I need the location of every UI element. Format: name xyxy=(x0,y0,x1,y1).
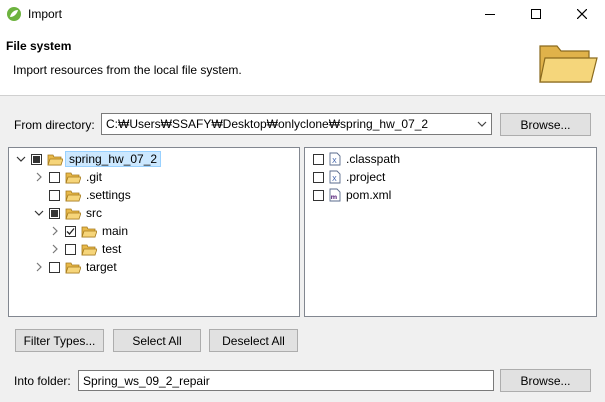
tree-checkbox[interactable] xyxy=(49,171,60,183)
maximize-icon xyxy=(531,9,541,19)
tree-item-label: .git xyxy=(86,170,103,184)
tree-item-label: target xyxy=(86,260,117,274)
tree-checkbox[interactable] xyxy=(49,261,60,273)
folder-icon xyxy=(65,172,81,183)
svg-text:X: X xyxy=(332,175,337,183)
tree-item-target[interactable]: target xyxy=(33,258,117,276)
folder-icon xyxy=(65,190,81,201)
spring-app-icon xyxy=(7,7,21,21)
xml-file-icon: X xyxy=(329,170,341,184)
tree-checkbox[interactable] xyxy=(49,207,60,219)
tree-checkbox[interactable] xyxy=(65,243,76,255)
wizard-header: File system Import resources from the lo… xyxy=(0,28,605,96)
tree-checkbox[interactable] xyxy=(49,189,60,201)
folder-icon xyxy=(81,244,97,255)
chevron-right-icon[interactable] xyxy=(33,171,45,183)
maximize-button[interactable] xyxy=(513,0,559,28)
minimize-icon xyxy=(485,14,495,15)
from-directory-combo[interactable]: C:₩Users₩SSAFY₩Desktop₩onlyclone₩spring_… xyxy=(101,113,492,135)
xml-file-icon: X xyxy=(329,152,341,166)
maven-pom-icon: m xyxy=(329,188,341,202)
svg-text:m: m xyxy=(331,193,338,201)
into-folder-input[interactable]: Spring_ws_09_2_repair xyxy=(78,370,494,391)
browse-folder-button[interactable]: Browse... xyxy=(500,369,591,392)
tree-item-label: spring_hw_07_2 xyxy=(65,151,162,167)
minimize-button[interactable] xyxy=(467,0,513,28)
file-label: .classpath xyxy=(346,152,401,166)
chevron-right-icon[interactable] xyxy=(49,225,61,237)
tree-item-label: test xyxy=(102,242,122,256)
window-title: Import xyxy=(28,7,63,21)
folder-tree[interactable]: spring_hw_07_2 .git .settings src main t… xyxy=(8,147,300,317)
tree-item-main[interactable]: main xyxy=(49,222,128,240)
chevron-down-icon[interactable] xyxy=(15,153,27,165)
select-all-button[interactable]: Select All xyxy=(113,329,201,352)
file-checkbox[interactable] xyxy=(313,189,324,201)
tree-checkbox[interactable] xyxy=(31,153,42,165)
file-checkbox[interactable] xyxy=(313,171,324,183)
browse-directory-button[interactable]: Browse... xyxy=(500,113,591,136)
folder-icon xyxy=(81,226,97,237)
file-item[interactable]: X .project xyxy=(313,168,385,186)
tree-item-settings[interactable]: .settings xyxy=(33,186,131,204)
deselect-all-button[interactable]: Deselect All xyxy=(209,329,298,352)
filter-types-button[interactable]: Filter Types... xyxy=(15,329,104,352)
close-icon xyxy=(577,9,587,19)
title-bar: Import xyxy=(0,0,605,28)
file-label: pom.xml xyxy=(346,188,392,202)
folder-icon xyxy=(65,262,81,273)
from-directory-value: C:₩Users₩SSAFY₩Desktop₩onlyclone₩spring_… xyxy=(106,117,429,131)
checkmark-icon xyxy=(66,227,75,235)
folder-icon xyxy=(65,208,81,219)
svg-text:X: X xyxy=(332,157,337,165)
tree-item-label: main xyxy=(102,224,129,238)
page-description: Import resources from the local file sys… xyxy=(13,63,242,77)
tree-item-test[interactable]: test xyxy=(49,240,121,258)
chevron-right-icon[interactable] xyxy=(49,243,61,255)
tree-item-label: src xyxy=(86,206,102,220)
tree-checkbox[interactable] xyxy=(65,225,76,237)
close-button[interactable] xyxy=(559,0,605,28)
chevron-down-icon[interactable] xyxy=(477,118,487,130)
file-checkbox[interactable] xyxy=(313,153,324,165)
chevron-right-icon[interactable] xyxy=(33,261,45,273)
page-title: File system xyxy=(6,39,72,53)
file-item[interactable]: m pom.xml xyxy=(313,186,391,204)
into-folder-label: Into folder: xyxy=(14,374,71,388)
tree-item-root[interactable]: spring_hw_07_2 xyxy=(15,150,162,168)
into-folder-value: Spring_ws_09_2_repair xyxy=(83,374,210,388)
folder-icon xyxy=(47,154,63,165)
file-label: .project xyxy=(346,170,386,184)
chevron-down-icon[interactable] xyxy=(33,207,45,219)
tree-item-label: .settings xyxy=(86,188,131,202)
file-item[interactable]: X .classpath xyxy=(313,150,400,168)
folder-open-icon xyxy=(539,45,598,83)
tree-item-src[interactable]: src xyxy=(33,204,102,222)
tree-item-git[interactable]: .git xyxy=(33,168,102,186)
file-list[interactable]: X .classpath X .project m pom.xml xyxy=(304,147,597,317)
from-directory-label: From directory: xyxy=(14,118,95,132)
